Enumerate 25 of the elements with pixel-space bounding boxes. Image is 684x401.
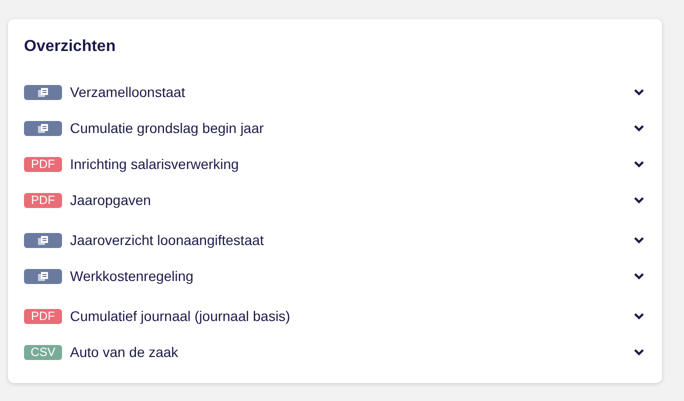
report-link[interactable]: Werkkostenregeling bbox=[70, 266, 634, 286]
chevron-icon[interactable] bbox=[634, 312, 644, 320]
card-title: Overzichten bbox=[24, 37, 117, 57]
report-link[interactable]: Verzamelloonstaat bbox=[70, 82, 634, 102]
chevron-icon[interactable] bbox=[634, 272, 644, 280]
documents-icon bbox=[38, 88, 48, 96]
chevron-icon[interactable] bbox=[634, 348, 644, 356]
documents-icon bbox=[38, 124, 48, 132]
report-link[interactable]: Inrichting salarisverwerking bbox=[70, 154, 634, 174]
file-type-badge: PDF bbox=[24, 308, 62, 324]
documents-icon bbox=[38, 272, 48, 280]
file-type-badge: PDF bbox=[24, 156, 62, 172]
report-link[interactable]: Jaaroverzicht loonaangiftestaat bbox=[70, 230, 634, 250]
chevron-icon[interactable] bbox=[634, 236, 644, 244]
report-link[interactable]: Auto van de zaak bbox=[70, 342, 634, 362]
chevron-icon[interactable] bbox=[634, 88, 644, 96]
report-link[interactable]: Cumulatie grondslag begin jaar bbox=[70, 118, 634, 138]
report-link[interactable]: Cumulatief journaal (journaal basis) bbox=[70, 306, 634, 326]
chevron-icon[interactable] bbox=[634, 160, 644, 168]
file-type-badge: CSV bbox=[24, 344, 62, 360]
file-type-badge: PDF bbox=[24, 192, 62, 208]
chevron-icon[interactable] bbox=[634, 124, 644, 132]
documents-icon bbox=[38, 236, 48, 244]
report-link[interactable]: Jaaropgaven bbox=[70, 190, 634, 210]
chevron-icon[interactable] bbox=[634, 196, 644, 204]
